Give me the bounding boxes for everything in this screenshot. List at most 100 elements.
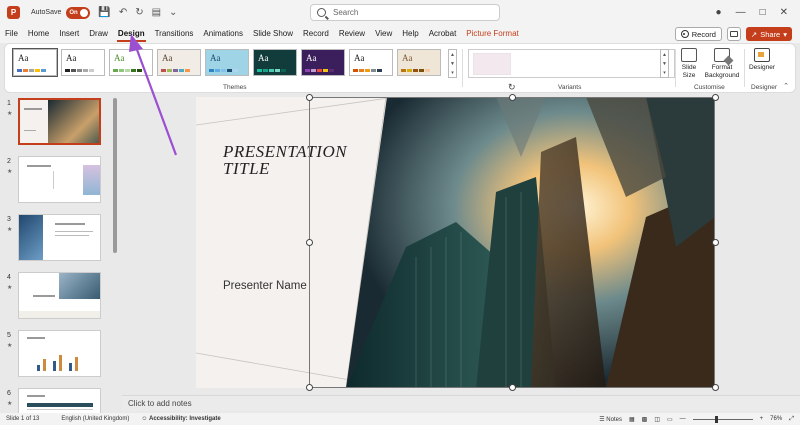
slide-thumbnail[interactable] [18,156,101,203]
theme-thumbnail[interactable]: Aa [253,49,297,76]
restore-icon[interactable]: □ [760,7,766,18]
share-button[interactable]: ↗ Share ▾ [745,27,792,41]
tab-insert[interactable]: Insert [54,25,84,43]
comments-button[interactable] [726,27,741,41]
slide-size-button[interactable]: Slide Size [678,48,700,80]
theme-thumbnail[interactable]: Aa [61,49,105,76]
resize-handle-bottom-left[interactable] [306,384,313,391]
slide-thumbnail-item[interactable]: 4 ★ [0,272,110,326]
thumbnails-scrollbar[interactable] [113,95,118,413]
customize-qat-icon[interactable]: ⌄ [169,7,177,18]
theme-thumbnail[interactable]: Aa [301,49,345,76]
themes-gallery-scroll[interactable]: ▲ ▼ ▾ [448,49,457,78]
rotate-handle-icon[interactable]: ↻ [508,82,518,92]
theme-sample-text: Aa [210,53,221,63]
variants-gallery-scroll[interactable]: ▲ ▼ ▾ [660,49,669,78]
minimize-icon[interactable]: — [736,7,746,18]
variant-thumbnail[interactable] [473,53,511,75]
notes-toggle[interactable]: ☰ Notes [599,416,622,423]
fit-to-window-icon[interactable]: ⤢ [789,416,794,423]
slide-thumbnail[interactable] [18,272,101,319]
tab-view[interactable]: View [370,25,397,43]
tab-record[interactable]: Record [298,25,334,43]
reading-view-icon[interactable]: ◫ [654,416,660,423]
zoom-slider[interactable] [692,415,753,423]
slide-sorter-icon[interactable]: ▩ [642,416,648,423]
notes-pane[interactable]: Click to add notes [122,395,800,411]
resize-handle-bottom-right[interactable] [712,384,719,391]
theme-thumbnail[interactable]: Aa [349,49,393,76]
chevron-up-icon[interactable]: ▲ [450,52,455,58]
search-box[interactable]: Search [310,4,500,21]
slide-size-label: Slide Size [681,64,697,79]
autosave-toggle[interactable]: On [66,6,91,19]
zoom-level[interactable]: 76% [770,416,782,422]
image-selection-frame [309,97,715,388]
undo-icon[interactable]: ↶ [119,7,127,18]
search-icon [317,8,326,17]
format-background-button[interactable]: Format Background [702,48,742,80]
tab-home[interactable]: Home [23,25,54,43]
save-icon[interactable]: 💾 [98,7,110,18]
slide-thumbnail-item[interactable]: 1 ★ [0,98,110,152]
resize-handle-top-left[interactable] [306,94,313,101]
slide-number: 4 [7,274,11,281]
collapse-ribbon-icon[interactable]: ⌃ [783,82,789,90]
redo-icon[interactable]: ↻ [135,7,143,18]
slide-thumbnail[interactable] [18,214,101,261]
lightbulb-icon[interactable]: ● [716,7,722,18]
tab-animations[interactable]: Animations [198,25,248,43]
tab-help[interactable]: Help [397,25,423,43]
slide-thumbnail[interactable] [18,98,101,145]
present-icon[interactable]: ▤ [152,7,161,18]
tab-review[interactable]: Review [334,25,370,43]
theme-sample-text: Aa [306,53,317,63]
chevron-down-icon[interactable]: ▼ [450,61,455,67]
zoom-slider-knob[interactable] [715,415,719,423]
slide-thumbnail-item[interactable]: 5 ★ [0,330,110,384]
zoom-in-icon[interactable]: + [760,416,764,422]
color-swatch [137,69,142,72]
zoom-out-icon[interactable]: — [680,416,686,422]
tab-acrobat[interactable]: Acrobat [424,25,462,43]
color-swatch [83,69,88,72]
slide-thumbnail[interactable] [18,330,101,377]
tab-transitions[interactable]: Transitions [150,25,199,43]
theme-thumbnail[interactable]: Aa [157,49,201,76]
tab-design[interactable]: Design [113,25,150,43]
tab-slide-show[interactable]: Slide Show [248,25,298,43]
theme-thumbnail[interactable]: Aa [397,49,441,76]
accessibility-status[interactable]: ☺ Accessibility: Investigate [141,416,220,422]
theme-thumbnail[interactable]: Aa [12,48,58,77]
slide-thumbnail-item[interactable]: 2 ★ [0,156,110,210]
normal-view-icon[interactable]: ▦ [629,416,635,423]
resize-handle-top-right[interactable] [712,94,719,101]
scrollbar-thumb[interactable] [113,98,117,253]
group-divider [744,49,745,87]
tab-file[interactable]: File [0,25,23,43]
tab-picture-format[interactable]: Picture Format [461,25,523,43]
theme-sample-text: Aa [162,53,173,63]
resize-handle-right[interactable] [712,239,719,246]
more-icon[interactable]: ▾ [663,70,666,76]
designer-button[interactable]: Designer [746,48,778,72]
presenter-name[interactable]: Presenter Name [223,280,307,292]
chevron-down-icon[interactable]: ▼ [662,61,667,67]
resize-handle-left[interactable] [306,239,313,246]
slide-thumbnail-item[interactable]: 3 ★ [0,214,110,268]
theme-thumbnail[interactable]: Aa [205,49,249,76]
color-swatch [359,69,364,72]
more-icon[interactable]: ▾ [451,70,454,76]
record-button[interactable]: Record [674,27,722,41]
language-indicator[interactable]: English (United Kingdom) [61,416,129,422]
slideshow-view-icon[interactable]: ▭ [667,416,673,423]
slide-transition-icon: ★ [7,169,13,175]
resize-handle-top[interactable] [509,94,516,101]
tab-draw[interactable]: Draw [84,25,113,43]
chevron-up-icon[interactable]: ▲ [662,52,667,58]
color-swatch [275,69,280,72]
slide-number: 6 [7,390,11,397]
close-icon[interactable]: ✕ [780,7,788,18]
resize-handle-bottom[interactable] [509,384,516,391]
theme-thumbnail[interactable]: Aa [109,49,153,76]
